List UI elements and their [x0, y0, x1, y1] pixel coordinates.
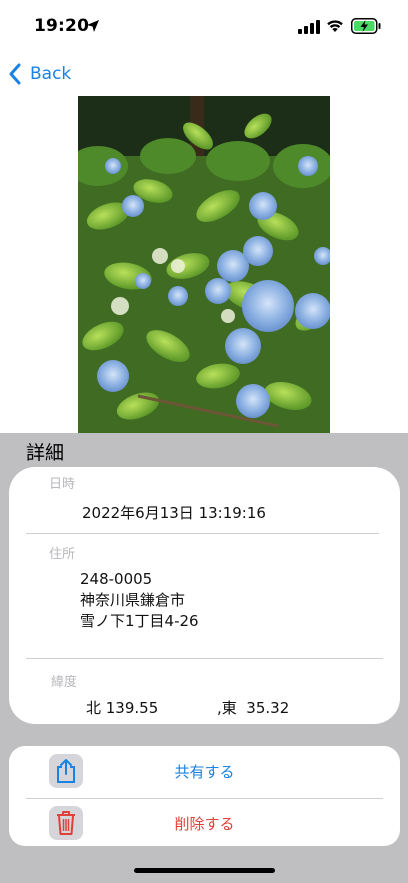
back-button[interactable]: Back	[8, 60, 71, 88]
address-line-1: 248-0005	[80, 570, 153, 588]
section-title: 詳細	[26, 442, 65, 464]
datetime-label: 日時	[49, 477, 76, 492]
location-arrow-icon	[87, 20, 99, 32]
share-button[interactable]: 共有する	[9, 746, 400, 796]
actions-group: 共有する 削除する	[9, 746, 400, 846]
battery-charging-icon	[351, 18, 381, 34]
divider	[26, 533, 379, 534]
address-line-3: 雪ノ下1丁目4-26	[80, 612, 199, 630]
delete-button[interactable]: 削除する	[9, 798, 400, 846]
latlon-label: 緯度	[51, 675, 78, 690]
address-line-2: 神奈川県鎌倉市	[80, 591, 186, 609]
photo	[78, 96, 330, 433]
status-time: 19:20	[34, 16, 90, 36]
longitude-value: ,東 35.32	[217, 699, 290, 717]
cellular-signal-icon	[298, 20, 320, 34]
address-label: 住所	[49, 547, 76, 562]
details-card: 日時 2022年6月13日 13:19:16 住所 248-0005 神奈川県鎌…	[9, 467, 400, 724]
datetime-value: 2022年6月13日 13:19:16	[82, 504, 266, 522]
delete-label: 削除する	[174, 815, 235, 833]
home-indicator	[134, 868, 275, 873]
wifi-icon	[327, 20, 343, 32]
share-label: 共有する	[174, 763, 235, 781]
chevron-left-icon	[9, 63, 21, 85]
status-bar: 19:20	[0, 0, 408, 54]
hydrangea-photo	[78, 96, 330, 433]
back-label: Back	[30, 64, 72, 84]
latitude-value: 北 139.55	[86, 699, 159, 717]
divider	[26, 658, 383, 659]
